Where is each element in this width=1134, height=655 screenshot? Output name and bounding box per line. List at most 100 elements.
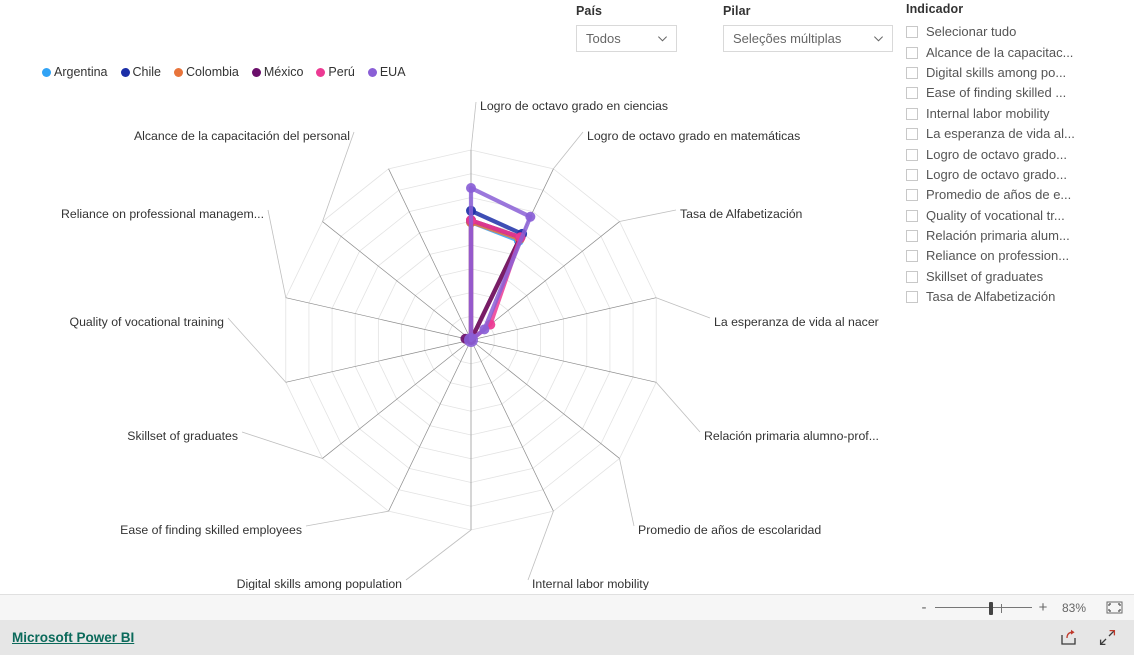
zoom-out-button[interactable]: - (915, 600, 933, 615)
radar-chart-svg: Logro de octavo grado en ciencias Logro d… (61, 99, 879, 590)
radar-data-point[interactable] (466, 183, 476, 193)
slicer-pais-title: País (576, 4, 603, 18)
radar-axis-label: Tasa de Alfabetización (680, 207, 803, 221)
radar-label-leader (267, 209, 287, 298)
radar-label-leader (470, 101, 477, 151)
indicador-item-label: Reliance on profession... (926, 248, 1070, 264)
indicador-item[interactable]: Relación primaria alum... (906, 226, 1106, 246)
checkbox-icon[interactable] (906, 189, 918, 202)
checkbox-icon[interactable] (906, 46, 918, 59)
radar-axis-label: Internal labor mobility (532, 577, 650, 590)
indicador-item[interactable]: Alcance de la capacitac... (906, 42, 1106, 62)
legend-item[interactable]: EUA (367, 66, 406, 79)
legend-item[interactable]: Colombia (174, 66, 239, 79)
radar-label-leader (227, 317, 287, 383)
legend-color-swatch (367, 67, 377, 77)
slicer-pilar-title: Pilar (723, 4, 751, 18)
legend-color-swatch (174, 67, 184, 77)
radar-axis-spoke (322, 339, 472, 459)
indicador-item[interactable]: Reliance on profession... (906, 246, 1106, 266)
indicador-item-label: Relación primaria alum... (926, 228, 1070, 244)
radar-axis-spoke (470, 339, 554, 512)
footer-actions (1060, 629, 1116, 646)
indicador-item-label: Skillset of graduates (926, 268, 1044, 284)
slicer-indicador: Indicador Selecionar tudo Alcance de la c… (906, 2, 1106, 307)
indicador-item[interactable]: Quality of vocational tr... (906, 206, 1106, 226)
radar-axis-label: Quality of vocational training (70, 315, 225, 329)
legend-item[interactable]: Perú (316, 65, 355, 79)
legend-item[interactable]: México (251, 66, 303, 79)
chevron-down-icon (657, 33, 668, 44)
power-bi-brand-link[interactable]: Microsoft Power BI (12, 630, 134, 645)
radar-axis-spoke (388, 168, 472, 341)
legend-item[interactable]: Chile (120, 66, 161, 79)
checkbox-icon[interactable] (906, 87, 918, 100)
radar-chart[interactable]: Logro de octavo grado en ciencias Logro d… (0, 80, 900, 590)
share-icon[interactable] (1060, 629, 1077, 646)
radar-axis-label: Promedio de años de escolaridad (638, 523, 821, 537)
radar-axis-label: Relación primaria alumno-prof... (704, 429, 879, 443)
checkbox-icon[interactable] (906, 270, 918, 283)
slicer-pais-dropdown[interactable]: Todos (576, 25, 677, 52)
radar-label-leader (619, 209, 677, 222)
indicador-item[interactable]: Selecionar tudo (906, 22, 1106, 42)
zoom-in-button[interactable]: + (1034, 600, 1052, 615)
indicador-item[interactable]: Tasa de Alfabetización (906, 287, 1106, 307)
zoom-status-bar: - + 83% (0, 594, 1134, 620)
radar-label-leader (553, 131, 584, 170)
indicador-item[interactable]: Promedio de años de e... (906, 185, 1106, 205)
indicador-item[interactable]: La esperanza de vida al... (906, 124, 1106, 144)
indicador-item[interactable]: Ease of finding skilled ... (906, 83, 1106, 103)
slicer-pais-value: Todos (586, 31, 621, 46)
checkbox-icon[interactable] (906, 291, 918, 304)
legend-color-swatch (120, 67, 130, 77)
chevron-down-icon (873, 33, 884, 44)
legend-item[interactable]: Argentina (42, 66, 108, 79)
slicer-pilar-dropdown[interactable]: Seleções múltiplas (723, 25, 893, 52)
checkbox-icon[interactable] (906, 107, 918, 120)
radar-axis-label: La esperanza de vida al nacer (714, 315, 879, 329)
power-bi-report: Argentina Chile Colombia México Perú EUA (0, 0, 1134, 655)
indicador-item-label: Ease of finding skilled ... (926, 85, 1067, 101)
checkbox-icon[interactable] (906, 168, 918, 181)
radar-label-leader (527, 511, 554, 581)
radar-axis-label: Alcance de la capacitación del personal (134, 129, 350, 143)
checkbox-icon[interactable] (906, 230, 918, 243)
indicador-item[interactable]: Digital skills among po... (906, 63, 1106, 83)
radar-label-leader (656, 297, 711, 319)
indicador-item-label: Digital skills among po... (926, 64, 1067, 80)
fit-to-page-icon[interactable] (1104, 600, 1124, 616)
indicador-item-label: Tasa de Alfabetización (926, 289, 1056, 305)
legend-color-swatch (316, 67, 326, 77)
checkbox-icon[interactable] (906, 209, 918, 222)
radar-label-leader (305, 510, 389, 527)
indicador-item-label: Internal labor mobility (926, 105, 1050, 121)
zoom-level-label: 83% (1061, 600, 1087, 615)
indicador-item[interactable]: Logro de octavo grado... (906, 144, 1106, 164)
fullscreen-icon[interactable] (1099, 629, 1116, 646)
radar-origin-point (464, 333, 478, 347)
zoom-slider[interactable] (935, 601, 1032, 615)
radar-label-leader (322, 131, 355, 222)
radar-axis-label: Skillset of graduates (127, 429, 238, 443)
report-footer: Microsoft Power BI (0, 620, 1134, 655)
radar-axis-label: Logro de octavo grado en ciencias (480, 99, 668, 113)
radar-axis-spoke (388, 339, 472, 512)
indicador-item-label: Logro de octavo grado... (926, 166, 1067, 182)
checkbox-icon[interactable] (906, 26, 918, 39)
checkbox-icon[interactable] (906, 66, 918, 79)
indicador-item[interactable]: Logro de octavo grado... (906, 165, 1106, 185)
slicer-pilar: Pilar Seleções múltiplas (723, 4, 893, 52)
checkbox-icon[interactable] (906, 148, 918, 161)
legend-color-swatch (42, 67, 51, 77)
slicer-pilar-value: Seleções múltiplas (733, 31, 842, 46)
checkbox-icon[interactable] (906, 250, 918, 263)
indicador-item-label: Logro de octavo grado... (926, 146, 1067, 162)
radar-data-point[interactable] (525, 211, 536, 222)
indicador-item[interactable]: Skillset of graduates (906, 267, 1106, 287)
indicador-item[interactable]: Internal labor mobility (906, 104, 1106, 124)
checkbox-icon[interactable] (906, 128, 918, 141)
zoom-slider-thumb[interactable] (989, 601, 993, 615)
legend-item-label: Perú (328, 65, 355, 79)
radar-data-point[interactable] (479, 324, 490, 335)
